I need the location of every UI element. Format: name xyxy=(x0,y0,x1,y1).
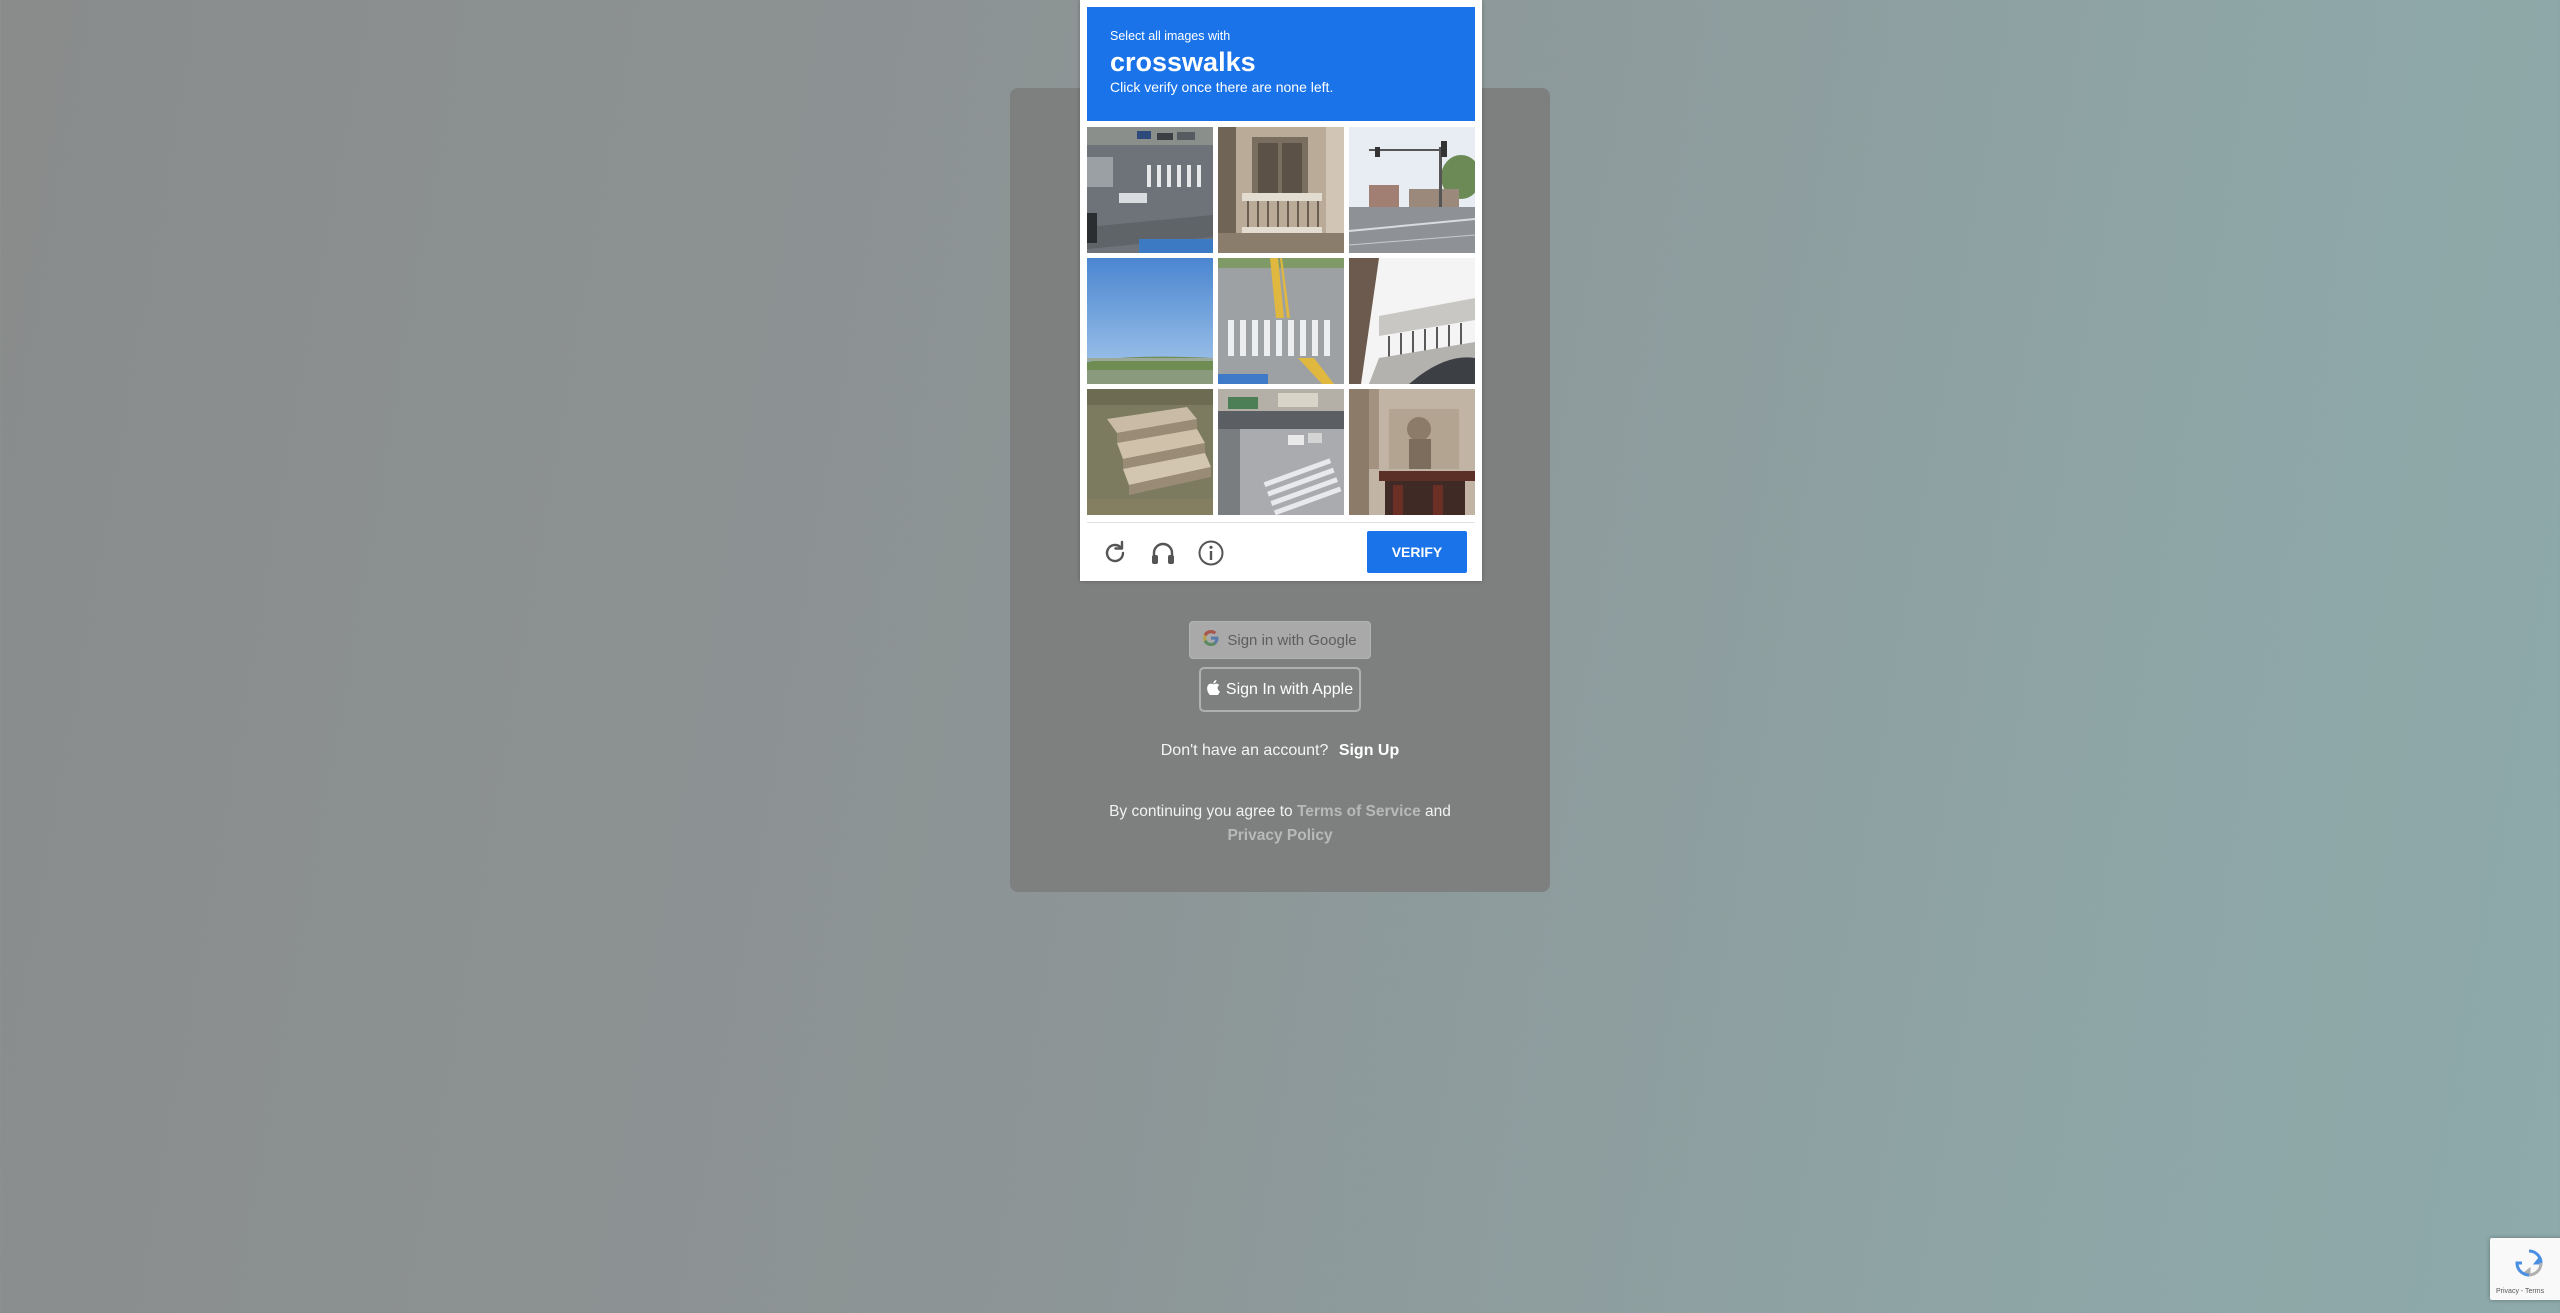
signup-row: Don't have an account? Sign Up xyxy=(1010,742,1550,760)
google-signin-button[interactable]: Sign in with Google xyxy=(1189,621,1371,659)
tile-image-traffic-light xyxy=(1349,127,1475,253)
captcha-tile-7[interactable] xyxy=(1087,389,1213,515)
captcha-tile-4[interactable] xyxy=(1087,258,1213,384)
tile-image-balcony-below xyxy=(1349,258,1475,384)
terms-link[interactable]: Terms of Service xyxy=(1297,803,1421,820)
captcha-image-grid xyxy=(1087,127,1475,515)
legal-text: By continuing you agree to Terms of Serv… xyxy=(1090,800,1470,848)
captcha-tile-9[interactable] xyxy=(1349,389,1475,515)
captcha-tile-8[interactable] xyxy=(1218,389,1344,515)
captcha-header: Select all images with crosswalks Click … xyxy=(1087,7,1475,121)
google-signin-label: Sign in with Google xyxy=(1227,631,1357,649)
captcha-tile-2[interactable] xyxy=(1218,127,1344,253)
tile-image-street-crosswalk xyxy=(1218,389,1344,515)
tile-image-balcony xyxy=(1218,127,1344,253)
apple-signin-button[interactable]: Sign In with Apple xyxy=(1199,667,1361,712)
captcha-instruction: Select all images with xyxy=(1110,29,1231,43)
privacy-link[interactable]: Privacy Policy xyxy=(1227,827,1332,844)
tile-image-sky xyxy=(1087,258,1213,384)
apple-icon xyxy=(1207,679,1220,700)
recaptcha-terms[interactable]: Privacy - Terms xyxy=(2496,1288,2544,1295)
recaptcha-logo-icon xyxy=(2514,1248,2544,1283)
tile-image-crosswalk-road xyxy=(1218,258,1344,384)
no-account-text: Don't have an account? xyxy=(1160,742,1329,759)
captcha-challenge: Select all images with crosswalks Click … xyxy=(1080,0,1482,581)
captcha-footer: VERIFY xyxy=(1087,522,1475,581)
captcha-tile-5[interactable] xyxy=(1218,258,1344,384)
tile-image-intersection xyxy=(1087,127,1213,253)
reload-icon[interactable] xyxy=(1101,539,1129,567)
headphones-icon[interactable] xyxy=(1149,539,1177,567)
legal-prefix: By continuing you agree to xyxy=(1109,803,1293,820)
google-icon xyxy=(1203,630,1219,650)
captcha-tile-6[interactable] xyxy=(1349,258,1475,384)
captcha-target-word: crosswalks xyxy=(1110,47,1256,77)
captcha-subinstruction: Click verify once there are none left. xyxy=(1110,79,1334,95)
tile-image-facade xyxy=(1349,389,1475,515)
recaptcha-badge[interactable]: Privacy - Terms xyxy=(2490,1238,2560,1300)
captcha-tile-1[interactable] xyxy=(1087,127,1213,253)
info-icon[interactable] xyxy=(1197,539,1225,567)
captcha-tile-3[interactable] xyxy=(1349,127,1475,253)
signup-link[interactable]: Sign Up xyxy=(1339,742,1399,759)
apple-signin-label: Sign In with Apple xyxy=(1225,680,1354,698)
verify-button[interactable]: VERIFY xyxy=(1367,531,1467,573)
legal-and: and xyxy=(1425,803,1451,820)
tile-image-steps xyxy=(1087,389,1213,515)
